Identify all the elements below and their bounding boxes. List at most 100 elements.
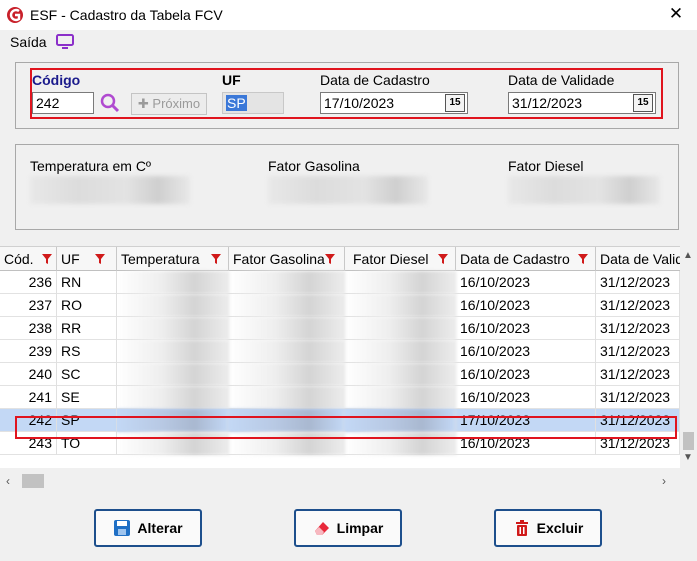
calendar-icon[interactable]: 15 [445,94,465,112]
data-validade-value: 31/12/2023 [512,95,583,111]
codigo-label: Código [32,72,81,88]
calendar-icon[interactable]: 15 [633,94,653,112]
vertical-scrollbar[interactable]: ▲ ▼ [680,246,697,468]
cell-cod: 239 [0,340,57,363]
fator-diesel-field[interactable] [508,176,660,204]
header-data-validade[interactable]: Data de Valid [596,247,680,271]
window-title: ESF - Cadastro da Tabela FCV [30,7,223,23]
temperatura-label: Temperatura em Cº [30,158,152,174]
filter-icon[interactable] [42,254,52,264]
table-row[interactable]: 240 SC 16/10/2023 31/12/2023 [0,363,680,386]
fator-diesel-cell [345,271,456,294]
table-row[interactable]: 239 RS 16/10/2023 31/12/2023 [0,340,680,363]
filter-icon[interactable] [95,254,105,264]
cell-uf: RN [57,271,117,294]
fator-gasolina-cell [229,340,345,363]
filter-icon[interactable] [325,254,335,264]
header-temperatura[interactable]: Temperatura [117,247,229,271]
uf-label: UF [222,72,241,88]
cell-val: 31/12/2023 [596,386,680,409]
temperatura-cell [117,271,229,294]
cell-val: 31/12/2023 [596,363,680,386]
cell-val: 31/12/2023 [596,317,680,340]
proximo-label: Próximo [152,96,201,111]
app-logo-icon [7,7,23,23]
header-data-cadastro[interactable]: Data de Cadastro [456,247,596,271]
data-validade-input[interactable]: 31/12/2023 15 [508,92,656,114]
limpar-label: Limpar [336,520,384,536]
cell-cad: 16/10/2023 [456,294,596,317]
trash-icon [515,520,528,536]
header-cod[interactable]: Cód. [0,247,57,271]
fator-gasolina-label: Fator Gasolina [268,158,360,174]
vertical-scroll-thumb[interactable] [683,432,694,450]
horizontal-scroll-thumb[interactable] [22,474,44,488]
menu-saida[interactable]: Saída [10,34,47,50]
cell-cod: 240 [0,363,57,386]
temperatura-cell [117,386,229,409]
table-row[interactable]: 238 RR 16/10/2023 31/12/2023 [0,317,680,340]
fator-diesel-cell [345,340,456,363]
horizontal-scrollbar[interactable]: ‹ › [0,470,697,492]
table-row[interactable]: 237 RO 16/10/2023 31/12/2023 [0,294,680,317]
scroll-right-icon[interactable]: › [662,474,666,488]
fator-diesel-label: Fator Diesel [508,158,584,174]
scroll-left-icon[interactable]: ‹ [6,474,10,488]
cell-val: 31/12/2023 [596,340,680,363]
filter-icon[interactable] [438,254,448,264]
cell-uf: SC [57,363,117,386]
header-uf[interactable]: UF [57,247,117,271]
proximo-button[interactable]: ✚ Próximo [131,93,207,115]
fator-gasolina-cell [229,271,345,294]
cell-uf: RO [57,294,117,317]
fator-diesel-cell [345,386,456,409]
alterar-label: Alterar [137,520,183,536]
excluir-button[interactable]: Excluir [494,509,602,547]
cell-cad: 16/10/2023 [456,317,596,340]
cell-cad: 16/10/2023 [456,386,596,409]
fator-diesel-cell [345,363,456,386]
plus-icon: ✚ [137,96,153,111]
cell-cad: 16/10/2023 [456,271,596,294]
search-icon[interactable] [98,92,122,114]
monitor-icon[interactable] [56,34,74,50]
uf-input: SP [222,92,284,114]
cell-cad: 16/10/2023 [456,340,596,363]
limpar-button[interactable]: Limpar [294,509,402,547]
header-fator-diesel[interactable]: Fator Diesel [345,247,456,271]
header-fator-gasolina[interactable]: Fator Gasolina [229,247,345,271]
filter-icon[interactable] [578,254,588,264]
data-cadastro-input[interactable]: 17/10/2023 15 [320,92,468,114]
table-row[interactable]: 241 SE 16/10/2023 31/12/2023 [0,386,680,409]
highlight-box-selected-row [15,416,677,439]
cell-val: 31/12/2023 [596,294,680,317]
fator-gasolina-cell [229,317,345,340]
codigo-input[interactable]: 242 [32,92,94,114]
close-button[interactable]: ✕ [666,4,686,24]
scroll-up-icon[interactable]: ▲ [683,250,693,261]
uf-value: SP [226,95,247,111]
scroll-down-icon[interactable]: ▼ [683,452,693,463]
cell-uf: RS [57,340,117,363]
cell-val: 31/12/2023 [596,271,680,294]
temperatura-cell [117,294,229,317]
alterar-button[interactable]: Alterar [94,509,202,547]
cell-uf: SE [57,386,117,409]
cell-uf: RR [57,317,117,340]
temperatura-cell [117,317,229,340]
save-icon [114,520,131,536]
table-row[interactable]: 236 RN 16/10/2023 31/12/2023 [0,271,680,294]
cell-cod: 241 [0,386,57,409]
fator-gasolina-cell [229,363,345,386]
data-cadastro-label: Data de Cadastro [320,72,430,88]
temperatura-cell [117,363,229,386]
cell-cod: 238 [0,317,57,340]
excluir-label: Excluir [536,520,584,536]
fator-gasolina-cell [229,294,345,317]
fator-diesel-cell [345,317,456,340]
fator-gasolina-field[interactable] [268,176,428,204]
filter-icon[interactable] [211,254,221,264]
temperatura-field[interactable] [30,176,190,204]
cell-cad: 16/10/2023 [456,363,596,386]
grid-header: Cód. UF Temperatura Fator Gasolina Fator… [0,247,680,271]
